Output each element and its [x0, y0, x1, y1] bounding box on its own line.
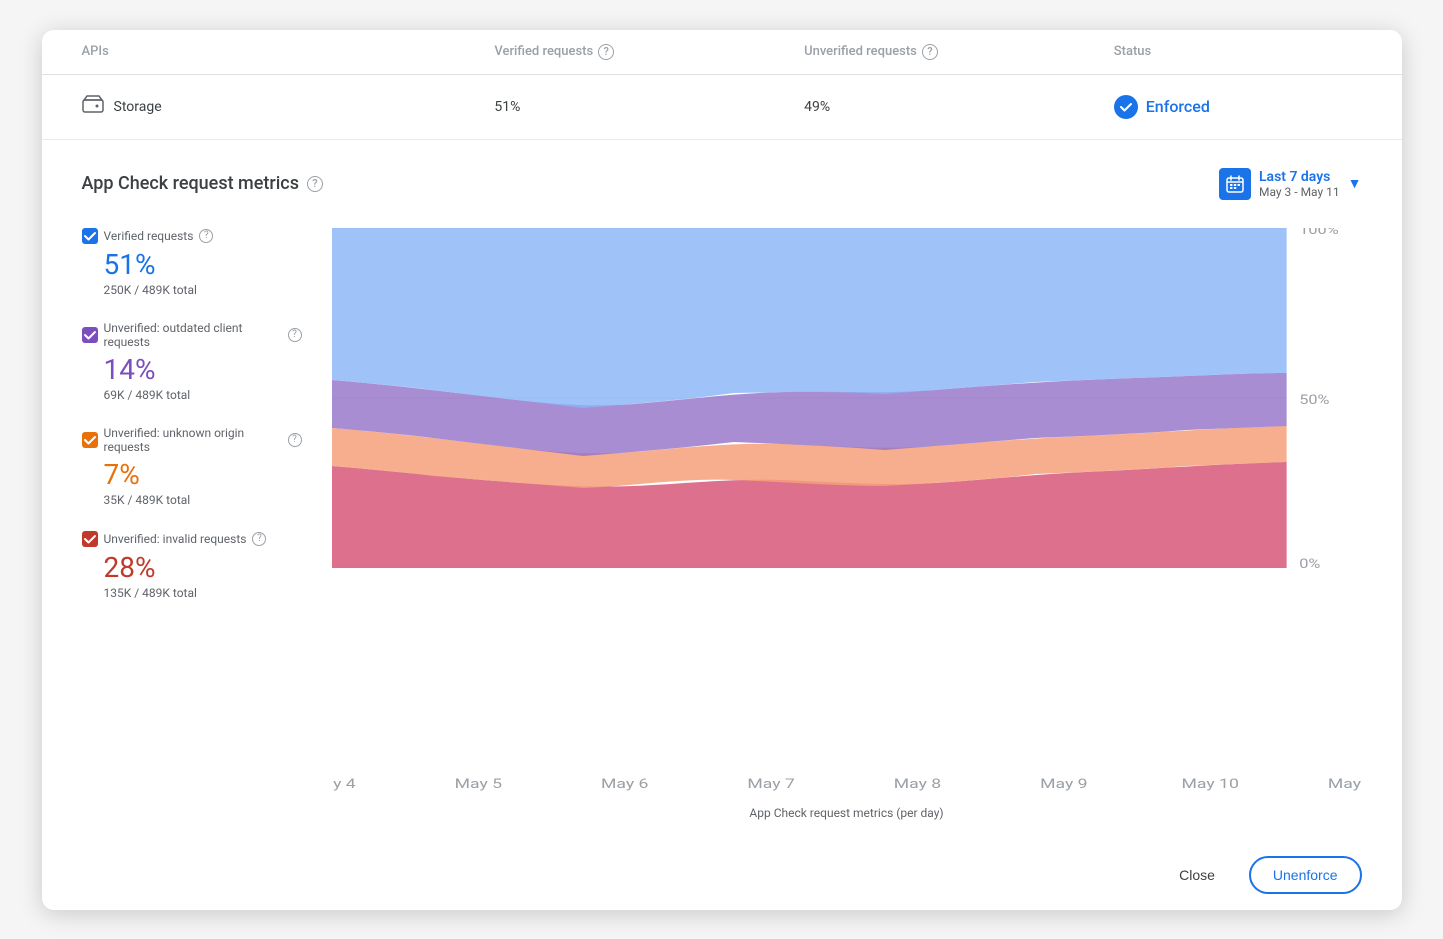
legend-item-1: Unverified: outdated client requests ? 1…: [82, 321, 302, 402]
legend-checkbox-0[interactable]: [82, 228, 98, 244]
unverified-label: Unverified requests: [804, 44, 917, 59]
unverified-pct-value: 49%: [804, 99, 830, 115]
legend-label-text-3: Unverified: invalid requests: [104, 532, 247, 546]
svg-text:May 9: May 9: [1040, 776, 1087, 791]
unverified-help-icon[interactable]: ?: [922, 44, 938, 60]
chart-x-label: App Check request metrics (per day): [749, 806, 943, 820]
legend-label-row-0: Verified requests ?: [82, 228, 302, 244]
legend-label-text-1: Unverified: outdated client requests: [104, 321, 282, 349]
storage-row: Storage 51% 49% Enforced: [42, 75, 1402, 140]
calendar-icon: [1219, 168, 1251, 200]
verified-pct-cell: 51%: [494, 99, 804, 115]
table-header: APIs Verified requests ? Unverified requ…: [42, 30, 1402, 75]
metrics-help-icon[interactable]: ?: [307, 176, 323, 192]
legend-label-row-3: Unverified: invalid requests ?: [82, 531, 302, 547]
legend-help-icon-1[interactable]: ?: [288, 328, 302, 342]
legend-help-icon-3[interactable]: ?: [252, 532, 266, 546]
verified-label: Verified requests: [494, 44, 593, 59]
close-button[interactable]: Close: [1157, 858, 1237, 892]
storage-name-text: Storage: [114, 99, 162, 115]
legend-label-text-0: Verified requests: [104, 229, 194, 243]
enforced-check-icon: [1114, 95, 1138, 119]
legend-item-0: Verified requests ? 51% 250K / 489K tota…: [82, 228, 302, 297]
legend: Verified requests ? 51% 250K / 489K tota…: [82, 228, 302, 820]
chart-container: 100% 50% 0%: [332, 228, 1362, 820]
svg-text:May 6: May 6: [601, 776, 648, 791]
legend-percent-2: 7%: [104, 458, 302, 491]
dropdown-arrow-icon: ▼: [1348, 175, 1362, 192]
date-text: Last 7 days May 3 - May 11: [1259, 169, 1340, 199]
svg-text:May 7: May 7: [747, 776, 795, 791]
metrics-title-text: App Check request metrics: [82, 173, 299, 194]
svg-text:0%: 0%: [1299, 555, 1320, 567]
x-axis-labels: May 4 May 5 May 6 May 7 May 8 May 9 May …: [332, 772, 1362, 800]
legend-checkbox-1[interactable]: [82, 327, 98, 343]
enforced-badge: Enforced: [1114, 95, 1362, 119]
unenforce-button[interactable]: Unenforce: [1249, 856, 1362, 894]
legend-checkbox-3[interactable]: [82, 531, 98, 547]
legend-label-row-1: Unverified: outdated client requests ?: [82, 321, 302, 349]
metrics-title: App Check request metrics ?: [82, 173, 323, 194]
svg-text:May 8: May 8: [893, 776, 940, 791]
svg-text:May 10: May 10: [1181, 776, 1238, 791]
chart-svg: 100% 50% 0%: [332, 228, 1362, 568]
svg-text:May 4: May 4: [332, 776, 356, 791]
apis-label: APIs: [82, 44, 109, 59]
header-apis: APIs: [82, 44, 495, 60]
header-verified: Verified requests ?: [494, 44, 804, 60]
metrics-header: App Check request metrics ?: [82, 168, 1362, 200]
storage-cell: Storage: [82, 95, 495, 118]
legend-label-text-2: Unverified: unknown origin requests: [104, 426, 282, 454]
legend-sub-2: 35K / 489K total: [104, 493, 302, 507]
legend-sub-0: 250K / 489K total: [104, 283, 302, 297]
footer: Close Unenforce: [42, 840, 1402, 910]
status-cell: Enforced: [1114, 95, 1362, 119]
legend-label-row-2: Unverified: unknown origin requests ?: [82, 426, 302, 454]
legend-sub-3: 135K / 489K total: [104, 586, 302, 600]
date-range-value: May 3 - May 11: [1259, 185, 1340, 199]
unverified-pct-cell: 49%: [804, 99, 1114, 115]
verified-pct-value: 51%: [494, 99, 520, 115]
enforced-label: Enforced: [1146, 97, 1210, 116]
svg-text:100%: 100%: [1299, 228, 1339, 238]
storage-icon: [82, 95, 104, 118]
legend-item-2: Unverified: unknown origin requests ? 7%…: [82, 426, 302, 507]
legend-percent-0: 51%: [104, 248, 302, 281]
svg-text:50%: 50%: [1299, 391, 1330, 407]
svg-text:May 11: May 11: [1327, 776, 1361, 791]
legend-percent-1: 14%: [104, 353, 302, 386]
chart-svg-wrap: 100% 50% 0%: [332, 228, 1362, 768]
legend-help-icon-0[interactable]: ?: [199, 229, 213, 243]
main-dialog: APIs Verified requests ? Unverified requ…: [42, 30, 1402, 910]
legend-help-icon-2[interactable]: ?: [288, 433, 302, 447]
header-unverified: Unverified requests ?: [804, 44, 1114, 60]
status-label: Status: [1114, 44, 1151, 59]
metrics-section: App Check request metrics ?: [42, 140, 1402, 840]
legend-item-3: Unverified: invalid requests ? 28% 135K …: [82, 531, 302, 600]
header-status: Status: [1114, 44, 1362, 60]
svg-text:May 5: May 5: [454, 776, 502, 791]
date-range-label: Last 7 days: [1259, 169, 1340, 185]
legend-checkbox-2[interactable]: [82, 432, 98, 448]
legend-sub-1: 69K / 489K total: [104, 388, 302, 402]
legend-percent-3: 28%: [104, 551, 302, 584]
verified-help-icon[interactable]: ?: [598, 44, 614, 60]
date-selector[interactable]: Last 7 days May 3 - May 11 ▼: [1219, 168, 1362, 200]
chart-area: Verified requests ? 51% 250K / 489K tota…: [82, 228, 1362, 820]
